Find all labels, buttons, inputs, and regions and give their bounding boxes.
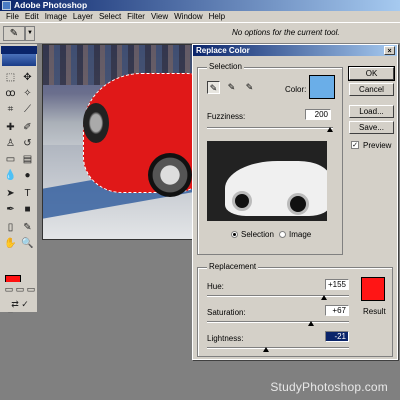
dialog-title: Replace Color [196, 46, 250, 55]
cancel-button[interactable]: Cancel [349, 83, 394, 96]
ok-button[interactable]: OK [348, 66, 395, 81]
hand-tool-icon[interactable]: ✋ [3, 236, 18, 251]
preview-rear-wheel [287, 193, 309, 215]
menu-image[interactable]: Image [42, 11, 70, 22]
saturation-input[interactable]: +67 [325, 305, 349, 316]
menu-window[interactable]: Window [171, 11, 205, 22]
dodge-tool-icon[interactable]: ● [20, 168, 35, 183]
eyedropper-subtract-icon[interactable]: ✎ [243, 81, 256, 94]
document-canvas[interactable] [42, 44, 197, 240]
notes-tool-icon[interactable]: ▯ [3, 220, 18, 235]
lightness-slider-track[interactable] [207, 347, 349, 349]
app-title: Adobe Photoshop [14, 0, 88, 10]
fuzziness-slider-thumb[interactable] [327, 127, 333, 132]
eyedropper-tool-icon[interactable]: ✎ [20, 220, 35, 235]
selection-group-label: Selection [207, 62, 244, 71]
options-bar: ✎ ▼ No options for the current tool. [0, 22, 400, 44]
tool-preset-dropdown-icon[interactable]: ▼ [25, 26, 35, 41]
zoom-tool-icon[interactable]: 🔍 [20, 236, 35, 251]
toolbox: ⬚ ✥ ꝏ ✧ ⌗ ⟋ ✚ ✐ ♙ ↺ ▭ ▤ 💧 ● ➤ T ✒ ■ ▯ ✎ … [0, 44, 38, 313]
pen-tool-icon[interactable]: ✒ [3, 202, 18, 217]
screen-mode-icons[interactable]: ▭ ▭ ▭ [3, 282, 37, 297]
adobe-logo-icon[interactable] [2, 54, 36, 66]
slice-tool-icon[interactable]: ⟋ [20, 102, 35, 117]
car-front-wheel [83, 103, 109, 143]
lightness-input[interactable]: -21 [325, 331, 349, 342]
options-message: No options for the current tool. [232, 28, 340, 37]
image-radio-label: Image [289, 230, 312, 239]
hue-label: Hue: [207, 282, 224, 291]
result-label: Result [363, 307, 386, 316]
menu-bar: File Edit Image Layer Select Filter View… [0, 11, 400, 22]
clone-stamp-tool-icon[interactable]: ♙ [3, 136, 18, 151]
color-label: Color: [285, 85, 307, 94]
blur-tool-icon[interactable]: 💧 [3, 168, 18, 183]
replace-color-dialog: Replace Color × Selection ✎ ✎ ✎ Color: F… [192, 44, 398, 360]
type-tool-icon[interactable]: T [20, 186, 35, 201]
hue-slider-thumb[interactable] [321, 295, 327, 300]
menu-layer[interactable]: Layer [70, 11, 96, 22]
menu-filter[interactable]: Filter [124, 11, 148, 22]
eyedropper-add-icon[interactable]: ✎ [225, 81, 238, 94]
result-color-swatch[interactable] [361, 277, 385, 301]
preview-front-wheel [232, 191, 252, 211]
load-button[interactable]: Load... [349, 105, 394, 118]
jump-to-imageready-icon[interactable]: ⇄ ✓ [3, 297, 37, 312]
eraser-tool-icon[interactable]: ▭ [3, 152, 18, 167]
fuzziness-input[interactable]: 200 [305, 109, 331, 120]
watermark: StudyPhotoshop.com [270, 380, 388, 394]
image-radio[interactable] [279, 231, 286, 238]
gradient-tool-icon[interactable]: ▤ [20, 152, 35, 167]
healing-brush-tool-icon[interactable]: ✚ [3, 120, 18, 135]
fuzziness-label: Fuzziness: [207, 112, 246, 121]
magic-wand-tool-icon[interactable]: ✧ [20, 86, 35, 101]
history-brush-tool-icon[interactable]: ↺ [20, 136, 35, 151]
lasso-tool-icon[interactable]: ꝏ [3, 86, 18, 101]
app-title-bar: Adobe Photoshop [0, 0, 400, 11]
toolbox-header [1, 46, 37, 54]
marquee-tool-icon[interactable]: ⬚ [3, 70, 18, 85]
eyedropper-tool-preset-icon[interactable]: ✎ [3, 26, 25, 41]
path-selection-tool-icon[interactable]: ➤ [3, 186, 18, 201]
crop-tool-icon[interactable]: ⌗ [3, 102, 18, 117]
preview-checkbox[interactable]: ✓ [351, 141, 359, 149]
dialog-title-bar: Replace Color × [193, 45, 397, 56]
lightness-label: Lightness: [207, 334, 244, 343]
selection-radio[interactable] [231, 231, 238, 238]
saturation-slider-thumb[interactable] [308, 321, 314, 326]
brush-tool-icon[interactable]: ✐ [20, 120, 35, 135]
menu-edit[interactable]: Edit [22, 11, 42, 22]
save-button[interactable]: Save... [349, 121, 394, 134]
menu-file[interactable]: File [3, 11, 22, 22]
saturation-slider-track[interactable] [207, 321, 349, 323]
eyedropper-icon[interactable]: ✎ [207, 81, 220, 94]
close-icon[interactable]: × [384, 46, 395, 55]
lightness-slider-thumb[interactable] [263, 347, 269, 352]
photoshop-icon [2, 1, 11, 10]
replacement-group-label: Replacement [207, 262, 259, 271]
selection-color-swatch[interactable] [309, 75, 335, 99]
shape-tool-icon[interactable]: ■ [20, 202, 35, 217]
car-rear-wheel [148, 153, 192, 197]
saturation-label: Saturation: [207, 308, 246, 317]
selection-preview-image[interactable] [207, 141, 327, 221]
menu-help[interactable]: Help [206, 11, 228, 22]
hue-input[interactable]: +155 [325, 279, 349, 290]
move-tool-icon[interactable]: ✥ [20, 70, 35, 85]
preview-label: Preview [363, 141, 392, 150]
menu-select[interactable]: Select [96, 11, 124, 22]
menu-view[interactable]: View [148, 11, 171, 22]
selection-radio-label: Selection [241, 230, 274, 239]
fuzziness-slider-track[interactable] [207, 127, 333, 129]
hue-slider-track[interactable] [207, 295, 349, 297]
